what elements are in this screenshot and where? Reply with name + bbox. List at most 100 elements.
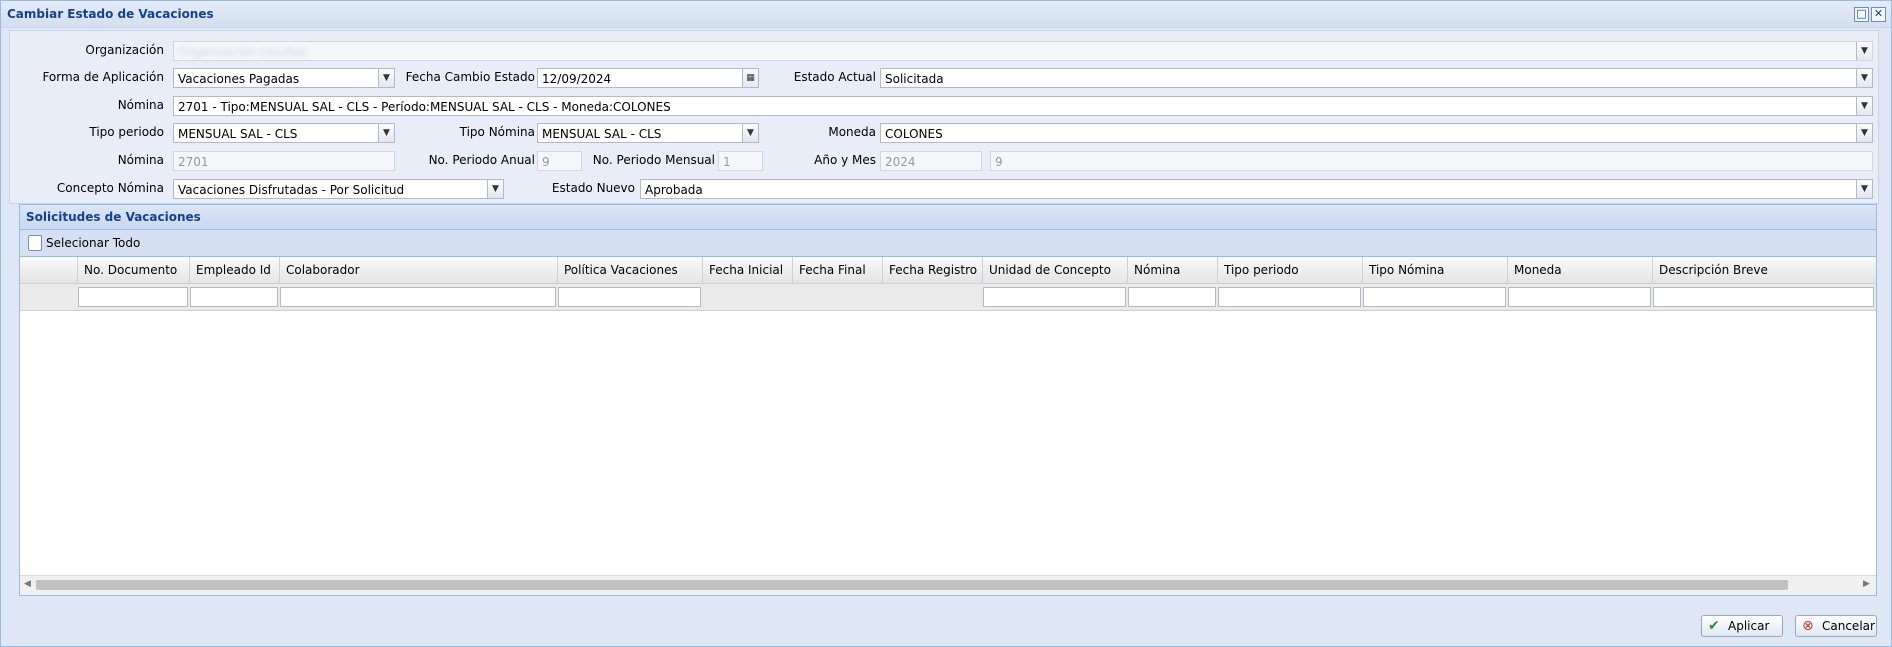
- column-unidad-concepto[interactable]: Unidad de Concepto: [983, 257, 1128, 283]
- forma-aplicacion-label: Forma de Aplicación: [42, 70, 164, 84]
- grid-header: No. Documento Empleado Id Colaborador Po…: [20, 257, 1876, 284]
- tipo-periodo-value: MENSUAL SAL - CLS: [178, 127, 298, 141]
- moneda-value: COLONES: [885, 127, 943, 141]
- column-fecha-final[interactable]: Fecha Final: [793, 257, 883, 283]
- periodo-anual-label: No. Periodo Anual: [428, 153, 535, 167]
- column-tipo-nomina[interactable]: Tipo Nómina: [1363, 257, 1508, 283]
- estado-nuevo-value: Aprobada: [645, 183, 703, 197]
- forma-aplicacion-combo[interactable]: Vacaciones Pagadas ▼: [173, 68, 395, 88]
- filter-tipo-nomina[interactable]: [1363, 287, 1506, 307]
- filter-politica-vacaciones[interactable]: [558, 287, 701, 307]
- filter-no-documento[interactable]: [78, 287, 188, 307]
- concepto-nomina-label: Concepto Nómina: [56, 181, 164, 195]
- filter-nomina[interactable]: [1128, 287, 1216, 307]
- dialog-window: Cambiar Estado de Vacaciones □ ✕ Organiz…: [0, 0, 1892, 647]
- cancelar-button[interactable]: ⊗ Cancelar: [1795, 615, 1877, 637]
- fecha-cambio-value: 12/09/2024: [542, 72, 612, 86]
- aplicar-button[interactable]: ✔ Aplicar: [1701, 615, 1783, 637]
- aplicar-label: Aplicar: [1728, 619, 1770, 633]
- estado-actual-combo[interactable]: Solicitada ▼: [880, 68, 1873, 88]
- estado-actual-value: Solicitada: [885, 72, 944, 86]
- chevron-down-icon[interactable]: ▼: [1856, 180, 1872, 198]
- filter-descripcion-breve[interactable]: [1653, 287, 1874, 307]
- nomina-num-value: 2701: [178, 155, 209, 169]
- filter-empleado-id[interactable]: [190, 287, 278, 307]
- column-politica-vacaciones[interactable]: Política Vacaciones: [558, 257, 703, 283]
- grid-filter-row: [20, 284, 1876, 311]
- check-icon: ✔: [1708, 618, 1720, 634]
- nomina-label: Nómina: [117, 98, 164, 112]
- column-moneda[interactable]: Moneda: [1508, 257, 1653, 283]
- anio-mes-label: Año y Mes: [814, 153, 876, 167]
- maximize-icon[interactable]: □: [1854, 7, 1869, 22]
- periodo-anual-field: 9: [537, 151, 582, 171]
- grid-toolbar: Selecionar Todo: [20, 230, 1876, 257]
- forma-aplicacion-value: Vacaciones Pagadas: [178, 72, 300, 86]
- concepto-nomina-combo[interactable]: Vacaciones Disfrutadas - Por Solicitud ▼: [173, 179, 504, 199]
- filter-tipo-periodo[interactable]: [1218, 287, 1361, 307]
- select-all-label[interactable]: Selecionar Todo: [46, 236, 140, 250]
- concepto-nomina-value: Vacaciones Disfrutadas - Por Solicitud: [178, 183, 405, 197]
- horizontal-scrollbar[interactable]: ◀ ▶: [20, 575, 1876, 595]
- tipo-periodo-label: Tipo periodo: [89, 125, 164, 139]
- cancel-icon: ⊗: [1802, 618, 1814, 634]
- scroll-right-icon[interactable]: ▶: [1863, 579, 1870, 589]
- filter-unidad-concepto[interactable]: [983, 287, 1126, 307]
- column-fecha-registro[interactable]: Fecha Registro: [883, 257, 983, 283]
- fecha-cambio-label: Fecha Cambio Estado: [405, 70, 535, 84]
- tipo-periodo-combo[interactable]: MENSUAL SAL - CLS ▼: [173, 123, 395, 143]
- column-tipo-periodo[interactable]: Tipo periodo: [1218, 257, 1363, 283]
- filter-colaborador[interactable]: [280, 287, 556, 307]
- nomina-combo[interactable]: 2701 - Tipo:MENSUAL SAL - CLS - Período:…: [173, 96, 1873, 116]
- column-colaborador[interactable]: Colaborador: [280, 257, 558, 283]
- periodo-anual-value: 9: [542, 155, 550, 169]
- anio-field: 2024: [880, 151, 982, 171]
- form-area: Organización Organización (oculta) ▼ For…: [9, 30, 1879, 204]
- scroll-left-icon[interactable]: ◀: [24, 579, 31, 589]
- mes-field: 9: [990, 151, 1873, 171]
- estado-actual-label: Estado Actual: [793, 70, 876, 84]
- mes-value: 9: [995, 155, 1003, 169]
- organizacion-label: Organización: [85, 43, 164, 57]
- column-rownumber: [20, 257, 78, 283]
- organizacion-value: Organización (oculta): [178, 45, 307, 59]
- periodo-mensual-value: 1: [723, 155, 731, 169]
- select-all-checkbox[interactable]: [28, 235, 42, 251]
- tipo-nomina-value: MENSUAL SAL - CLS: [542, 127, 662, 141]
- chevron-down-icon[interactable]: ▼: [1856, 69, 1872, 87]
- fecha-cambio-field[interactable]: 12/09/2024 ▦: [537, 68, 759, 88]
- column-descripcion-breve[interactable]: Descripción Breve: [1653, 257, 1876, 283]
- periodo-mensual-field: 1: [718, 151, 763, 171]
- estado-nuevo-label: Estado Nuevo: [551, 181, 635, 195]
- close-icon[interactable]: ✕: [1871, 7, 1886, 22]
- chevron-down-icon[interactable]: ▼: [378, 124, 394, 142]
- panel-header: Solicitudes de Vacaciones: [20, 205, 1876, 230]
- chevron-down-icon[interactable]: ▼: [487, 180, 503, 198]
- chevron-down-icon[interactable]: ▼: [742, 124, 758, 142]
- scroll-thumb[interactable]: [36, 580, 1788, 590]
- title-bar[interactable]: Cambiar Estado de Vacaciones □ ✕: [1, 1, 1891, 28]
- column-fecha-inicial[interactable]: Fecha Inicial: [703, 257, 793, 283]
- chevron-down-icon[interactable]: ▼: [378, 69, 394, 87]
- organizacion-combo[interactable]: Organización (oculta) ▼: [173, 41, 1873, 61]
- tipo-nomina-label: Tipo Nómina: [459, 125, 535, 139]
- estado-nuevo-combo[interactable]: Aprobada ▼: [640, 179, 1873, 199]
- column-nomina[interactable]: Nómina: [1128, 257, 1218, 283]
- moneda-combo[interactable]: COLONES ▼: [880, 123, 1873, 143]
- nomina-num-field: 2701: [173, 151, 395, 171]
- dialog-body: Organización Organización (oculta) ▼ For…: [9, 30, 1879, 602]
- chevron-down-icon[interactable]: ▼: [1856, 97, 1872, 115]
- column-no-documento[interactable]: No. Documento: [78, 257, 190, 283]
- periodo-mensual-label: No. Periodo Mensual: [592, 153, 715, 167]
- filter-moneda[interactable]: [1508, 287, 1651, 307]
- anio-value: 2024: [885, 155, 916, 169]
- moneda-label: Moneda: [828, 125, 876, 139]
- nomina-num-label: Nómina: [117, 153, 164, 167]
- chevron-down-icon[interactable]: ▼: [1856, 42, 1872, 60]
- chevron-down-icon[interactable]: ▼: [1856, 124, 1872, 142]
- tipo-nomina-combo[interactable]: MENSUAL SAL - CLS ▼: [537, 123, 759, 143]
- nomina-value: 2701 - Tipo:MENSUAL SAL - CLS - Período:…: [178, 100, 671, 114]
- calendar-icon[interactable]: ▦: [742, 69, 758, 87]
- panel-title: Solicitudes de Vacaciones: [26, 210, 201, 224]
- column-empleado-id[interactable]: Empleado Id: [190, 257, 280, 283]
